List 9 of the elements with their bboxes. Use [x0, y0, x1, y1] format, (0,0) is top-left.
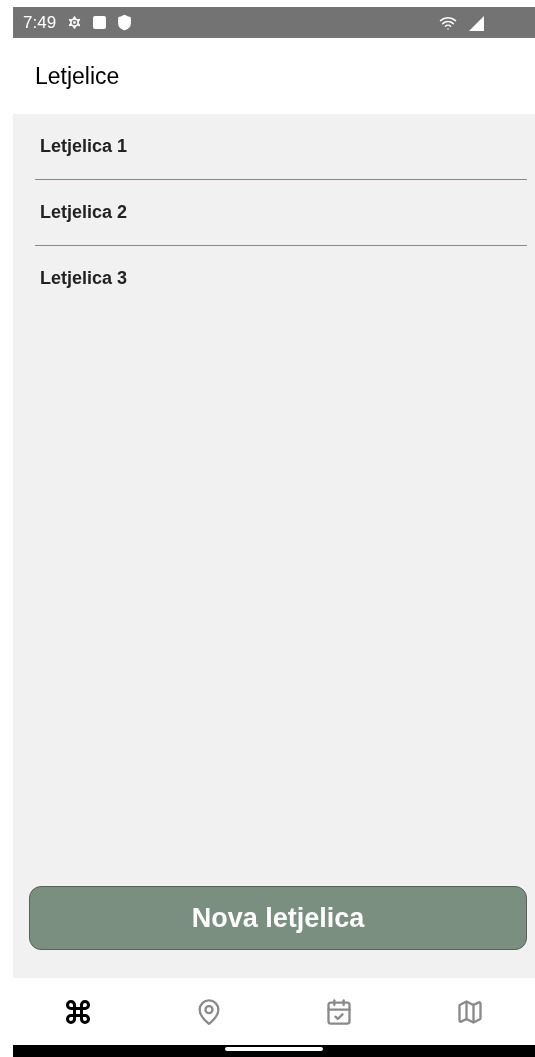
- status-time: 7:49: [23, 12, 57, 33]
- calendar-check-icon: [325, 997, 354, 1026]
- list-item[interactable]: Letjelica 3: [35, 246, 527, 311]
- list-item[interactable]: Letjelica 2: [35, 180, 527, 246]
- shield-icon: [116, 14, 134, 31]
- home-indicator[interactable]: [225, 1047, 323, 1051]
- app-notification-icon: [93, 16, 107, 29]
- page-title: Letjelice: [35, 62, 120, 90]
- list-item[interactable]: Letjelica 1: [35, 114, 527, 180]
